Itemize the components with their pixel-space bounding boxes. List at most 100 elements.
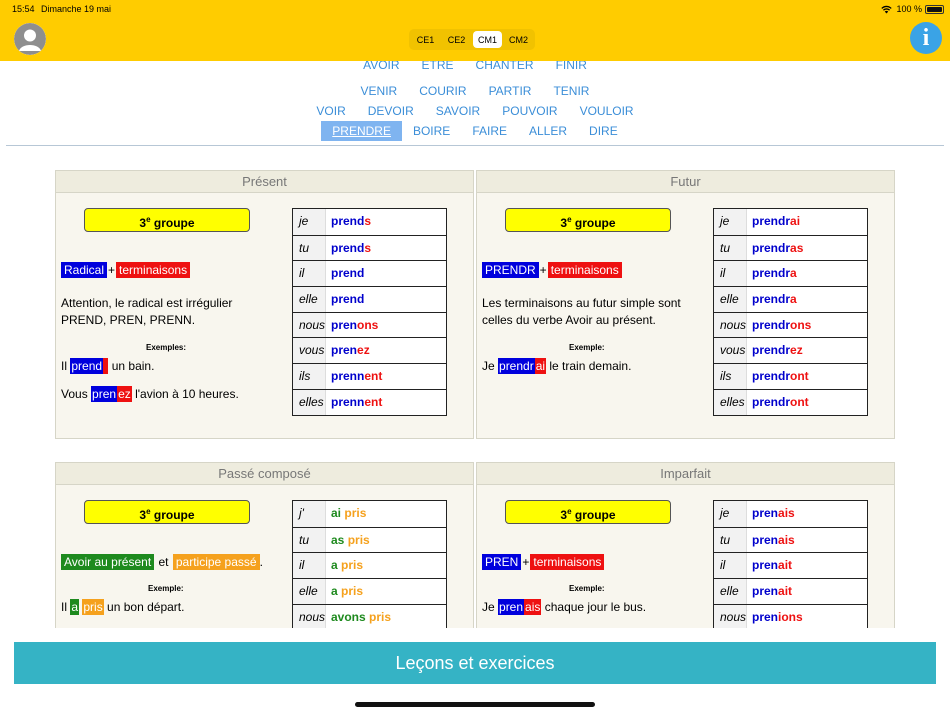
verb-tenir[interactable]: TENIR	[542, 81, 600, 101]
rule-text: Les terminaisons au futur simple sont ce…	[482, 296, 681, 327]
wifi-icon	[881, 5, 893, 13]
endings-tag: terminaisons	[116, 262, 191, 278]
auxiliary-tag: Avoir au présent	[61, 554, 155, 570]
panel-title: Imparfait	[477, 463, 894, 485]
plus-sign: +	[522, 555, 530, 569]
verb-courir[interactable]: COURIR	[408, 81, 477, 101]
examples-label: Exemples:	[146, 343, 187, 352]
status-indicators: 100 %	[881, 4, 922, 14]
conjugation-row: tu prendras	[714, 234, 867, 261]
conjugation-table: je prends tu prends il prend elle prend nous…	[292, 208, 447, 416]
groupe-badge: 3e groupe	[505, 208, 671, 232]
panel-title: Passé composé	[56, 463, 473, 485]
participle-tag: participe passé	[172, 554, 260, 570]
info-icon: i	[922, 24, 930, 51]
conjugation-row: il prendra	[714, 260, 867, 287]
panel-imparfait: Imparfait 3e groupe PREN + terminaisons …	[476, 462, 895, 628]
rule-formula: Avoir au présent et participe passé .	[61, 554, 263, 570]
verb-finir[interactable]: FINIR	[545, 61, 598, 75]
conjugation-row: nous avons pris	[293, 603, 446, 628]
battery-icon	[925, 5, 944, 14]
conjugation-row: il prend	[293, 260, 446, 287]
conjugation-row: je prendrai	[714, 209, 867, 235]
conjugation-row: nous prenons	[293, 311, 446, 338]
example-sentence: Vous pren ez l'avion à 10 heures.	[61, 386, 239, 402]
conjugation-table: je prendrai tu prendras il prendra elle pren…	[713, 208, 868, 416]
panel-futur: Futur 3e groupe PRENDR + terminaisons Le…	[476, 170, 895, 439]
period-text: .	[259, 555, 263, 569]
conjugation-row: ils prennent	[293, 363, 446, 389]
endings-tag: terminaisons	[530, 554, 605, 570]
top-bar: 15:54 Dimanche 19 mai 100 % CE1 CE2 CM1 …	[0, 0, 950, 61]
examples-label: Exemple:	[148, 584, 184, 593]
conjugation-row: ils prendront	[714, 363, 867, 389]
verb-voir[interactable]: VOIR	[305, 101, 356, 121]
rule-formula: Radical + terminaisons	[61, 262, 191, 278]
example-sentence: Je pren ais chaque jour le bus.	[482, 599, 647, 615]
conjugation-row: j' ai pris	[293, 501, 446, 527]
verb-venir[interactable]: VENIR	[350, 81, 409, 101]
conjugation-row: nous prendrons	[714, 311, 867, 338]
panel-passe-compose: Passé composé 3e groupe Avoir au présent…	[55, 462, 474, 628]
status-time: 15:54	[12, 4, 35, 14]
conjugation-content[interactable]: Présent 3e groupe Radical + terminaisons…	[0, 146, 950, 628]
conjugation-row: vous prendrez	[714, 337, 867, 364]
verb-chanter[interactable]: CHANTER	[465, 61, 545, 75]
verb-boire[interactable]: BOIRE	[402, 121, 461, 141]
verb-partir[interactable]: PARTIR	[478, 81, 543, 101]
verb-prendre[interactable]: PRENDRE	[321, 121, 402, 141]
groupe-badge: 3e groupe	[84, 500, 250, 524]
verb-pouvoir[interactable]: POUVOIR	[491, 101, 568, 121]
verb-dire[interactable]: DIRE	[578, 121, 629, 141]
conjugation-row: tu as pris	[293, 526, 446, 553]
example-sentence: Il prend un bain.	[61, 358, 155, 374]
verb-devoir[interactable]: DEVOIR	[357, 101, 425, 121]
level-tab-cm2[interactable]: CM2	[504, 31, 533, 48]
verb-savoir[interactable]: SAVOIR	[425, 101, 491, 121]
conjugation-row: elle prendra	[714, 286, 867, 312]
battery-percent: 100 %	[896, 4, 922, 14]
level-selector: CE1 CE2 CM1 CM2	[409, 29, 535, 50]
verb-row: VOIR DEVOIR SAVOIR POUVOIR VOULOIR	[0, 101, 950, 121]
conjugation-row: elles prennent	[293, 388, 446, 415]
panel-title: Présent	[56, 171, 473, 193]
radical-tag: PRENDR	[482, 262, 539, 278]
level-tab-cm1[interactable]: CM1	[473, 31, 502, 48]
conjugation-row: elle prenait	[714, 578, 867, 604]
verb-vouloir[interactable]: VOULOIR	[569, 101, 645, 121]
verb-row: PRENDRE BOIRE FAIRE ALLER DIRE	[0, 121, 950, 141]
example-sentence: Il a pris un bon départ.	[61, 599, 185, 615]
info-button[interactable]: i	[910, 22, 942, 54]
profile-avatar[interactable]	[14, 23, 46, 55]
verb-avoir[interactable]: AVOIR	[352, 61, 410, 75]
verb-etre[interactable]: ÊTRE	[411, 61, 465, 75]
examples-label: Exemple:	[569, 584, 605, 593]
conjugation-row: je prenais	[714, 501, 867, 527]
home-indicator[interactable]	[355, 702, 595, 707]
verb-aller[interactable]: ALLER	[518, 121, 578, 141]
panel-present: Présent 3e groupe Radical + terminaisons…	[55, 170, 474, 439]
example-sentence: Je prendr ai le train demain.	[482, 358, 632, 374]
endings-tag: terminaisons	[547, 262, 622, 278]
lessons-exercises-button[interactable]: Leçons et exercices	[14, 642, 936, 684]
user-icon	[14, 23, 46, 55]
plus-sign: +	[539, 263, 547, 277]
and-text: et	[155, 555, 172, 569]
plus-sign: +	[108, 263, 116, 277]
groupe-badge: 3e groupe	[84, 208, 250, 232]
conjugation-row: il a pris	[293, 552, 446, 579]
conjugation-row: je prends	[293, 209, 446, 235]
conjugation-row: elle a pris	[293, 578, 446, 604]
level-tab-ce1[interactable]: CE1	[411, 31, 440, 48]
verb-faire[interactable]: FAIRE	[461, 121, 518, 141]
conjugation-row: tu prenais	[714, 526, 867, 553]
verb-row: VENIR COURIR PARTIR TENIR	[0, 81, 950, 101]
verb-row: AVOIR ÊTRE CHANTER FINIR	[0, 61, 950, 75]
radical-tag: Radical	[61, 262, 108, 278]
rule-formula: PRENDR + terminaisons	[482, 262, 622, 278]
conjugation-row: elles prendront	[714, 388, 867, 415]
level-tab-ce2[interactable]: CE2	[442, 31, 471, 48]
groupe-badge: 3e groupe	[505, 500, 671, 524]
rule-formula: PREN + terminaisons	[482, 554, 605, 570]
verb-picker: AVOIR ÊTRE CHANTER FINIR VENIR COURIR PA…	[0, 61, 950, 146]
